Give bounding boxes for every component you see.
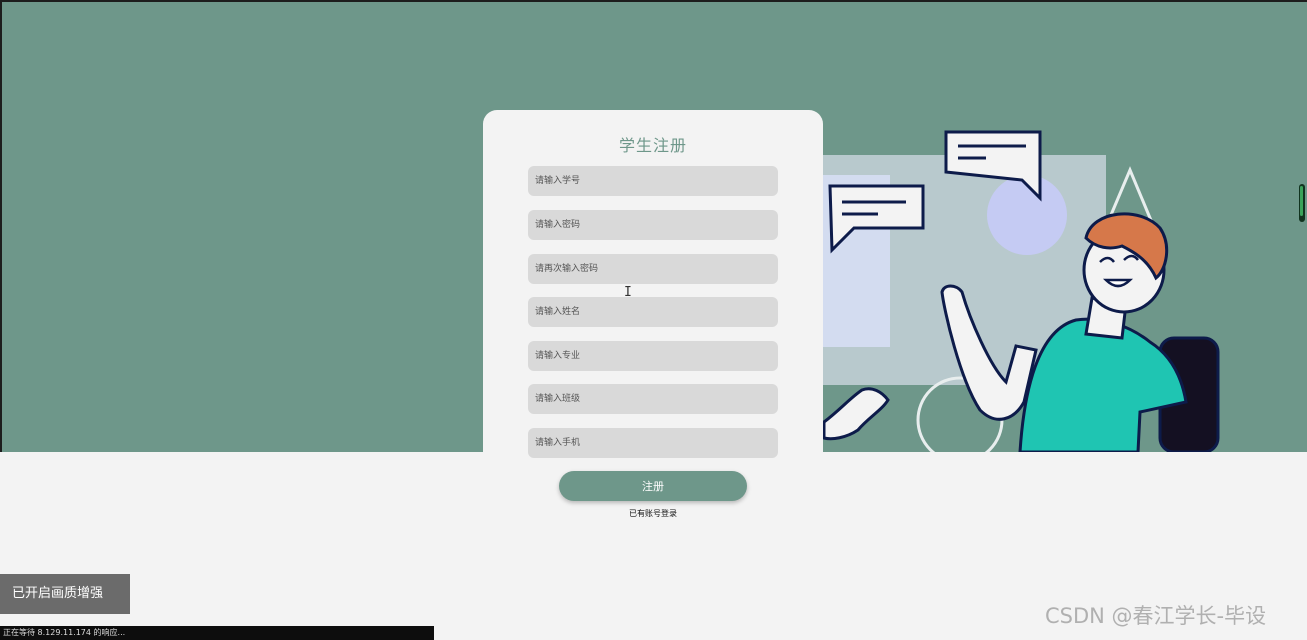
text-cursor-icon: I <box>624 285 632 300</box>
watermark: CSDN @春江学长-毕设 <box>1045 604 1267 628</box>
quality-toast: 已开启画质增强 <box>0 574 130 614</box>
name-field[interactable] <box>528 297 778 327</box>
student-id-field[interactable] <box>528 166 778 196</box>
student-illustration <box>820 130 1220 452</box>
confirm-password-field[interactable] <box>528 254 778 284</box>
register-button[interactable]: 注册 <box>559 471 747 501</box>
scrollbar[interactable] <box>1299 184 1305 222</box>
login-link[interactable]: 已有账号登录 <box>483 508 823 519</box>
page: 学生注册 注册 已有账号登录 I 已开启画质增强 正在等待 8.129.11.1… <box>0 0 1307 640</box>
register-card: 学生注册 注册 已有账号登录 <box>483 110 823 530</box>
page-title: 学生注册 <box>618 136 687 155</box>
phone-field[interactable] <box>528 428 778 458</box>
class-field[interactable] <box>528 384 778 414</box>
password-field[interactable] <box>528 210 778 240</box>
major-field[interactable] <box>528 341 778 371</box>
status-bar: 正在等待 8.129.11.174 的响应... <box>0 626 434 640</box>
